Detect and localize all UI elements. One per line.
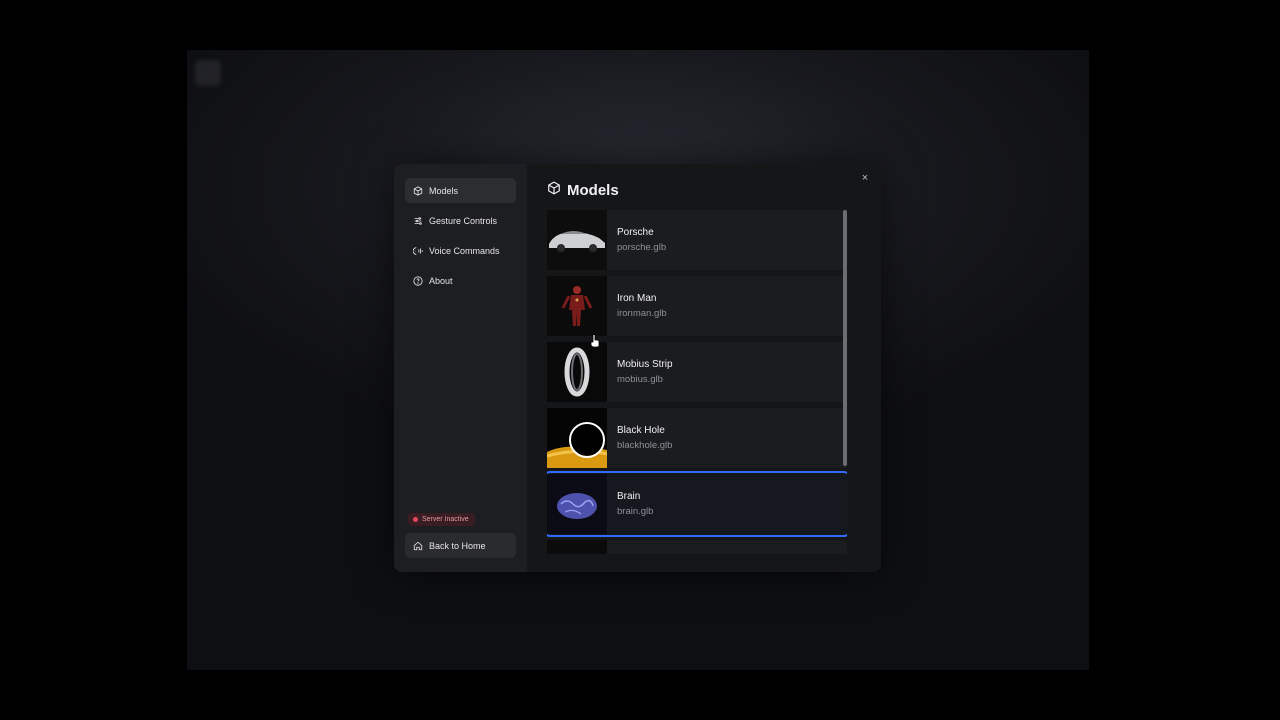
back-to-home-button[interactable]: Back to Home: [405, 533, 516, 558]
model-list: Porsche porsche.glb Iron Man ironman.glb…: [547, 210, 847, 554]
sidebar-item-gesture-controls[interactable]: Gesture Controls: [405, 208, 516, 233]
model-card-iron-man[interactable]: Iron Man ironman.glb: [547, 276, 847, 336]
status-dot-icon: [413, 517, 418, 522]
cube-icon: [547, 181, 561, 199]
model-card-porsche[interactable]: Porsche porsche.glb: [547, 210, 847, 270]
model-file: ironman.glb: [617, 308, 667, 319]
voice-icon: [413, 246, 423, 256]
model-card-partial[interactable]: [547, 540, 847, 554]
page-title: Models: [547, 181, 619, 199]
server-status-badge: Server Inactive: [408, 513, 475, 526]
model-file: brain.glb: [617, 506, 654, 517]
sidebar-item-about[interactable]: About: [405, 268, 516, 293]
model-card-brain[interactable]: Brain brain.glb: [547, 471, 847, 537]
model-file: blackhole.glb: [617, 440, 673, 451]
back-to-home-label: Back to Home: [429, 540, 486, 551]
help-circle-icon: [413, 275, 423, 286]
sidebar-item-label: Models: [429, 185, 459, 196]
model-file: mobius.glb: [617, 374, 663, 385]
home-icon: [413, 541, 423, 551]
model-name: Black Hole: [617, 425, 665, 436]
model-name: Mobius Strip: [617, 359, 673, 370]
sidebar-item-label: Voice Commands: [429, 245, 500, 256]
mobius-strip-thumbnail: [547, 342, 607, 402]
scrollbar[interactable]: [843, 210, 847, 466]
hand-cursor-icon: [590, 334, 600, 348]
model-name: Porsche: [617, 227, 654, 238]
model-thumbnail: [547, 540, 607, 554]
app-window: Models Gesture Controls Voice Commands A…: [187, 50, 1089, 670]
close-button[interactable]: ×: [859, 172, 871, 184]
app-logo: [195, 60, 221, 86]
sidebar-item-label: About: [429, 275, 453, 286]
server-status-text: Server Inactive: [422, 516, 469, 523]
model-card-black-hole[interactable]: Black Hole blackhole.glb: [547, 408, 847, 468]
iron-man-thumbnail: [547, 276, 607, 336]
page-title-text: Models: [567, 181, 619, 199]
model-card-mobius-strip[interactable]: Mobius Strip mobius.glb: [547, 342, 847, 402]
sidebar: Models Gesture Controls Voice Commands A…: [394, 164, 527, 572]
model-name: Iron Man: [617, 293, 657, 304]
sidebar-item-label: Gesture Controls: [429, 215, 498, 226]
sidebar-item-models[interactable]: Models: [405, 178, 516, 203]
models-panel: × Models Porsche porsche.glb Iron Man ir…: [527, 164, 881, 572]
model-file: porsche.glb: [617, 242, 667, 253]
sidebar-item-voice-commands[interactable]: Voice Commands: [405, 238, 516, 263]
porsche-thumbnail: [547, 210, 607, 270]
settings-dialog: Models Gesture Controls Voice Commands A…: [394, 164, 881, 572]
cube-icon: [413, 185, 423, 196]
black-hole-thumbnail: [547, 408, 607, 468]
model-name: Brain: [617, 491, 641, 502]
brain-thumbnail: [547, 474, 607, 534]
sliders-icon: [413, 216, 423, 226]
